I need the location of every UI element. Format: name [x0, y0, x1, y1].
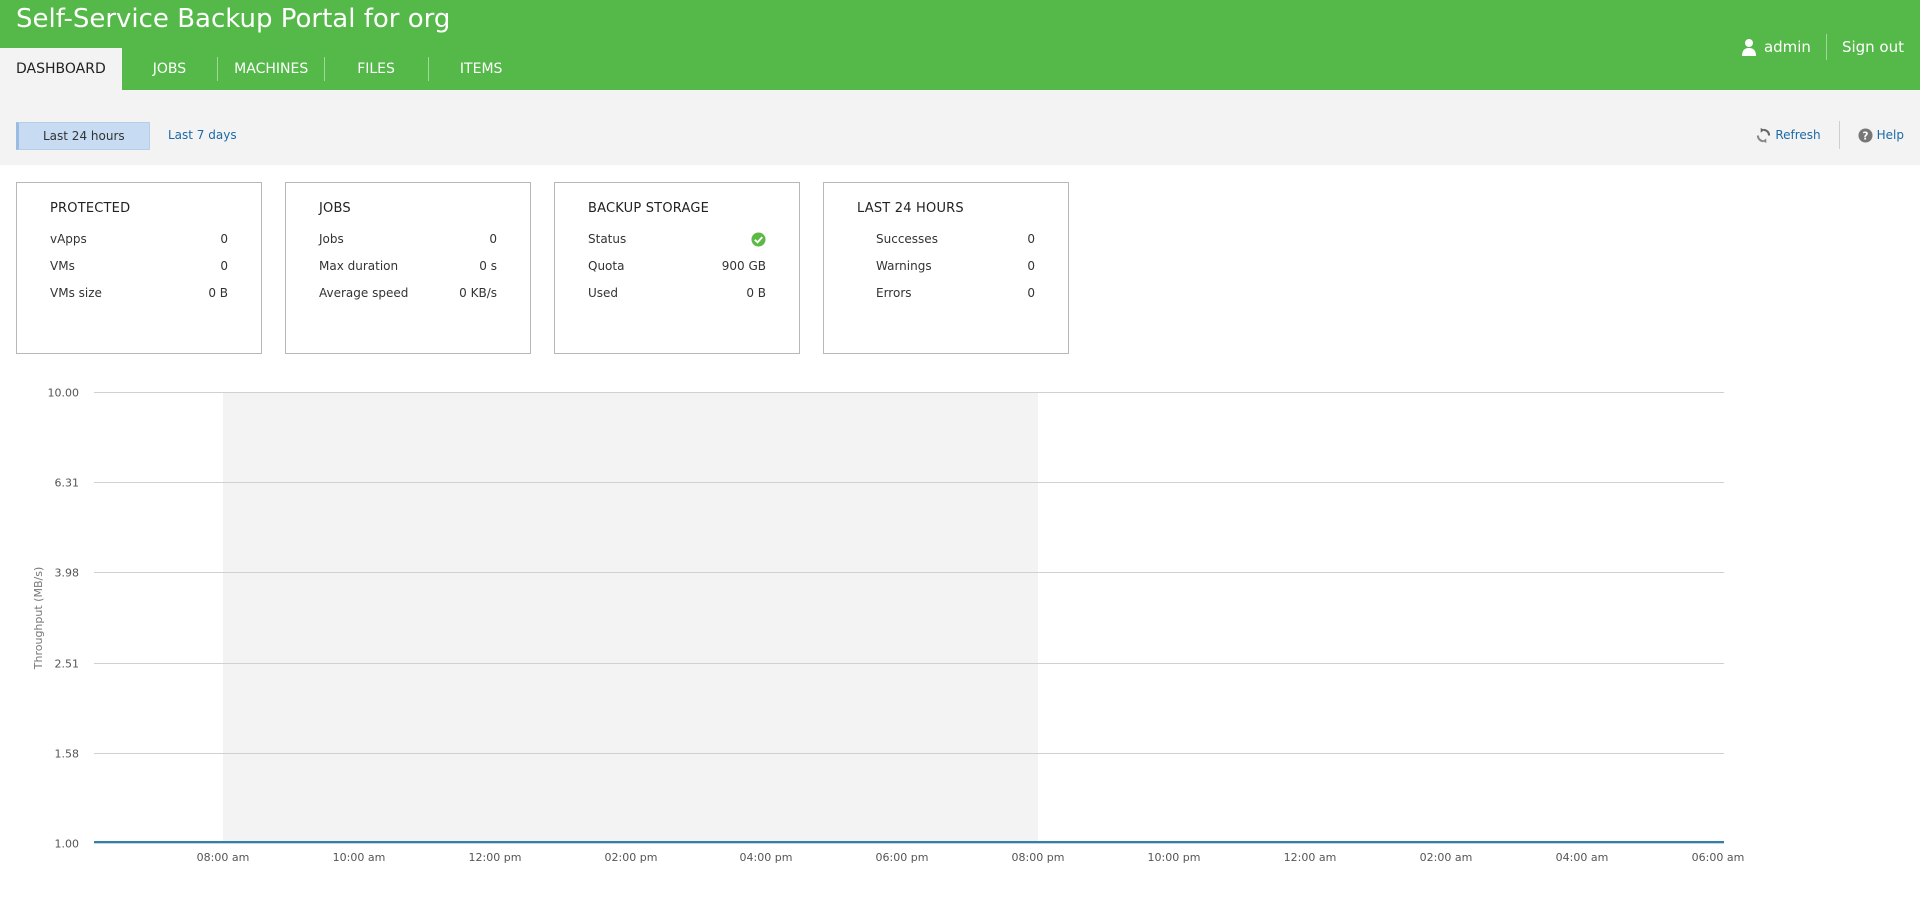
row-value: 0 — [220, 232, 228, 246]
tab-dashboard[interactable]: DASHBOARD — [0, 48, 122, 90]
card-row: Jobs 0 — [319, 231, 497, 247]
row-label: VMs size — [50, 286, 102, 300]
chart-y-tick-label: 2.51 — [55, 658, 80, 671]
toolbar-actions: Refresh ? Help — [1756, 121, 1904, 149]
row-value: 0 — [1027, 232, 1035, 246]
card-title: LAST 24 HOURS — [857, 201, 964, 216]
refresh-label: Refresh — [1775, 128, 1821, 142]
card-row: VMs 0 — [50, 258, 228, 274]
chart-x-tick-label: 02:00 pm — [605, 851, 658, 864]
chart-shaded-band — [223, 392, 1038, 843]
row-label: Jobs — [319, 232, 344, 246]
help-button[interactable]: ? Help — [1858, 127, 1904, 143]
refresh-icon — [1757, 127, 1771, 143]
tab-jobs[interactable]: JOBS — [137, 48, 202, 90]
row-label: Quota — [588, 259, 625, 273]
card-row: Used 0 B — [588, 285, 766, 301]
toolbar-separator — [1838, 121, 1840, 149]
chart-x-tick-label: 08:00 am — [197, 851, 250, 864]
status-ok-icon — [751, 231, 766, 247]
row-label: vApps — [50, 232, 87, 246]
chart-x-tick-label: 10:00 pm — [1148, 851, 1201, 864]
chart-x-tick-label: 04:00 am — [1556, 851, 1609, 864]
chart-x-tick-label: 08:00 pm — [1012, 851, 1065, 864]
jobs-card: JOBS Jobs 0 Max duration 0 s Average spe… — [285, 182, 531, 354]
chart-x-tick-label: 06:00 am — [1692, 851, 1745, 864]
user-icon — [1741, 39, 1756, 56]
row-value: 0 — [489, 232, 497, 246]
row-label: Warnings — [876, 259, 932, 273]
period-last-7-days-button[interactable]: Last 7 days — [144, 122, 261, 148]
row-value: 900 GB — [721, 259, 766, 273]
row-label: Used — [588, 286, 619, 300]
chart-x-tick-label: 04:00 pm — [740, 851, 793, 864]
card-title: JOBS — [319, 201, 351, 216]
app-title: Self-Service Backup Portal for org — [16, 4, 451, 34]
card-row: vApps 0 — [50, 231, 228, 247]
chart-x-tick-label: 06:00 pm — [876, 851, 929, 864]
row-label: VMs — [50, 259, 75, 273]
card-title: PROTECTED — [50, 201, 131, 216]
card-row: Successes 0 — [876, 231, 1035, 247]
chart-y-tick-label: 1.58 — [55, 748, 80, 761]
main-nav: DASHBOARD JOBS MACHINES FILES ITEMS — [0, 48, 518, 90]
card-row: Errors 0 — [876, 285, 1035, 301]
tab-machines[interactable]: MACHINES — [218, 48, 324, 90]
user-area: admin Sign out — [1741, 34, 1904, 60]
row-value: 0 KB/s — [459, 286, 497, 300]
help-label: Help — [1876, 128, 1904, 142]
toolbar: Last 24 hours Last 7 days Refresh ? Help — [0, 90, 1920, 165]
chart-x-tick-label: 12:00 pm — [469, 851, 522, 864]
signout-link[interactable]: Sign out — [1842, 38, 1904, 56]
svg-text:?: ? — [1862, 130, 1868, 142]
last-24-hours-card: LAST 24 HOURS Successes 0 Warnings 0 Err… — [823, 182, 1069, 354]
row-label: Errors — [876, 286, 912, 300]
row-value: 0 — [1027, 286, 1035, 300]
card-row: Warnings 0 — [876, 258, 1035, 274]
row-value: 0 s — [479, 259, 497, 273]
row-label: Status — [588, 232, 627, 246]
chart-x-tick-label: 10:00 am — [333, 851, 386, 864]
throughput-chart: 1.00 1.58 2.51 3.98 6.31 10.00 08:00 am 10:00 a… — [0, 370, 1760, 870]
row-value: 0 — [1027, 259, 1035, 273]
protected-card: PROTECTED vApps 0 VMs 0 VMs size 0 B — [16, 182, 262, 354]
card-title: BACKUP STORAGE — [588, 201, 710, 216]
row-label: Max duration — [319, 259, 399, 273]
refresh-button[interactable]: Refresh — [1756, 127, 1821, 143]
row-value: 0 B — [208, 286, 228, 300]
period-last-24-hours-button[interactable]: Last 24 hours — [16, 122, 150, 150]
header-bar: Self-Service Backup Portal for org DASHB… — [0, 0, 1920, 90]
chart-y-tick-label: 1.00 — [55, 838, 80, 851]
card-row: Quota 900 GB — [588, 258, 766, 274]
tab-files[interactable]: FILES — [325, 48, 428, 90]
row-label: Successes — [876, 232, 938, 246]
username[interactable]: admin — [1764, 38, 1811, 56]
chart-x-tick-label: 12:00 am — [1284, 851, 1337, 864]
help-icon: ? — [1858, 127, 1873, 143]
chart-y-axis-label: Throughput (MB/s) — [32, 567, 45, 670]
backup-storage-card: BACKUP STORAGE Status Quota 900 GB Used … — [554, 182, 800, 354]
row-value: 0 B — [746, 286, 766, 300]
card-row: VMs size 0 B — [50, 285, 228, 301]
chart-x-tick-label: 02:00 am — [1420, 851, 1473, 864]
card-row: Max duration 0 s — [319, 258, 497, 274]
card-row: Status — [588, 231, 766, 247]
chart-y-tick-label: 10.00 — [48, 387, 80, 400]
chart-y-tick-label: 3.98 — [55, 567, 80, 580]
throughput-chart-svg: 1.00 1.58 2.51 3.98 6.31 10.00 08:00 am 10:00 a… — [32, 387, 1745, 865]
row-label: Average speed — [319, 286, 409, 300]
tab-items[interactable]: ITEMS — [429, 48, 519, 90]
card-row: Average speed 0 KB/s — [319, 285, 497, 301]
row-value: 0 — [220, 259, 228, 273]
user-separator — [1825, 34, 1827, 60]
chart-y-tick-label: 6.31 — [55, 477, 80, 490]
